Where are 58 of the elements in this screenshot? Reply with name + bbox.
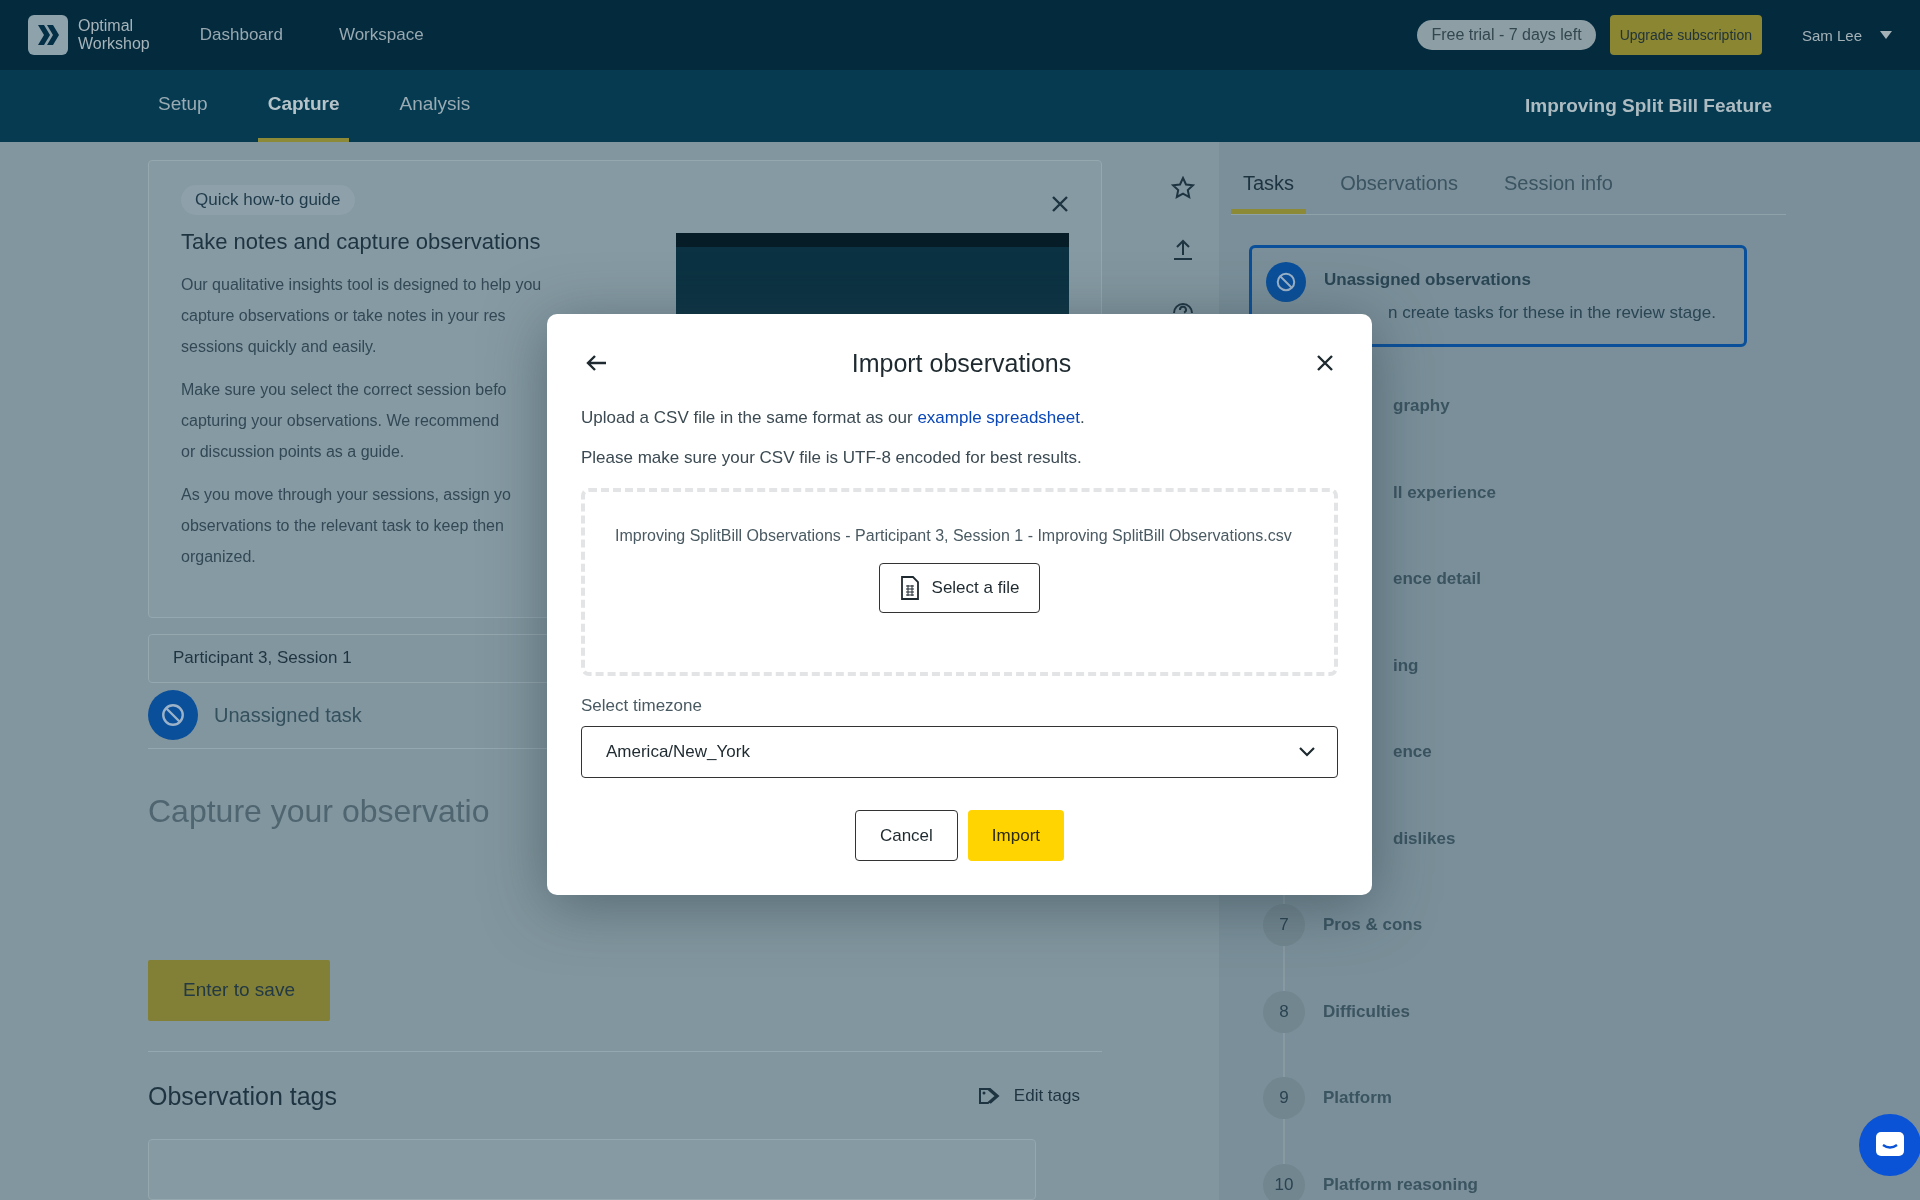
guide-paragraph: Our qualitative insights tool is designed to help you capture observations or take notes in your res sessions quickly and easily. [181,275,542,357]
save-button[interactable]: Enter to save [148,959,330,1021]
spreadsheet-link[interactable]: example spreadsheet [917,408,1080,427]
chevron-down-icon [1299,747,1315,757]
task-item[interactable]: ing [1393,655,1419,676]
nav-link[interactable]: Dashboard [199,25,283,45]
task-item[interactable]: ll experience [1393,482,1496,503]
task-item[interactable]: ence detail [1393,569,1481,590]
upgrade-button[interactable]: Upgrade subscription [1609,15,1762,55]
select-file-button[interactable]: Select a file [878,563,1041,613]
task-item[interactable]: graphy [1393,396,1450,417]
task-number: 7 [1263,904,1305,947]
help-icon[interactable] [1172,300,1194,314]
task-item[interactable]: Pros & cons [1323,915,1423,936]
logo-icon[interactable] [28,15,68,55]
nav-link[interactable]: Workspace [338,25,424,45]
task-item[interactable]: Platform reasoning [1323,1174,1478,1195]
task-item[interactable]: Platform [1323,1088,1392,1109]
edit-tags-link[interactable]: Edit tags [971,1085,1086,1108]
task-item[interactable]: ence [1393,742,1432,763]
nav-tab[interactable]: Capture [257,70,350,142]
task-item[interactable]: dislikes [1393,828,1456,849]
file-name: Improving SplitBill Observations - Participant 3, Session 1 - Improving SplitBill Observations.csv [615,526,1292,546]
task-number: 10 [1263,1163,1305,1200]
panel-tab[interactable]: Observations [1328,162,1470,214]
nav-tab[interactable]: Analysis [389,70,481,142]
task-number: 9 [1263,1077,1305,1120]
nav-tab[interactable]: Setup [158,70,218,142]
dialog-title: Import observations [851,348,1072,378]
guide-title: Take notes and capture observations [181,229,541,255]
guide-badge: Quick how-to guide [181,185,355,215]
import-button[interactable]: Import [967,810,1065,861]
caret-icon[interactable] [1880,31,1892,39]
card-text: n create tasks for these in the review stage. [1388,302,1716,324]
blocked-icon [160,702,186,729]
logo-text: Optimal Workshop [78,17,150,53]
trial-badge: Free trial - 7 days left [1417,20,1596,50]
drop-zone[interactable]: Improving SplitBill Observations - Participant 3, Session 1 - Improving SplitBill Observations.csv Select a file [581,488,1338,676]
section-title: Observation tags [148,1081,337,1111]
document-icon [899,576,920,600]
panel-tab[interactable]: Session info [1491,162,1625,214]
task-number: 8 [1263,990,1305,1033]
guide-paragraph: Make sure you select the correct session befo capturing your observations. We recommend or discussion points as a guide. [181,380,507,462]
panel-tab[interactable]: Tasks [1231,162,1307,214]
instruction-text: Upload a CSV file in the same format as our example spreadsheet. [581,408,1086,428]
task-item[interactable]: Difficulties [1323,1001,1410,1022]
blocked-icon [1275,271,1297,293]
upload-icon[interactable] [1171,238,1195,262]
star-icon[interactable] [1171,176,1195,200]
guide-paragraph: As you move through your sessions, assign yo observations to the relevant task to keep then organized. [181,485,511,567]
field-label: Select timezone [581,696,703,716]
cancel-button[interactable]: Cancel [854,810,958,861]
user-name[interactable]: Sam Lee [1801,26,1862,44]
timezone-select[interactable]: America/New_York [581,726,1338,778]
current-task: Unassigned task [214,703,362,727]
study-title: Improving Split Bill Feature [1524,95,1772,117]
encoding-note: Please make sure your CSV file is UTF-8 encoded for best results. [581,448,1083,468]
card-title: Unassigned observations [1324,270,1532,290]
